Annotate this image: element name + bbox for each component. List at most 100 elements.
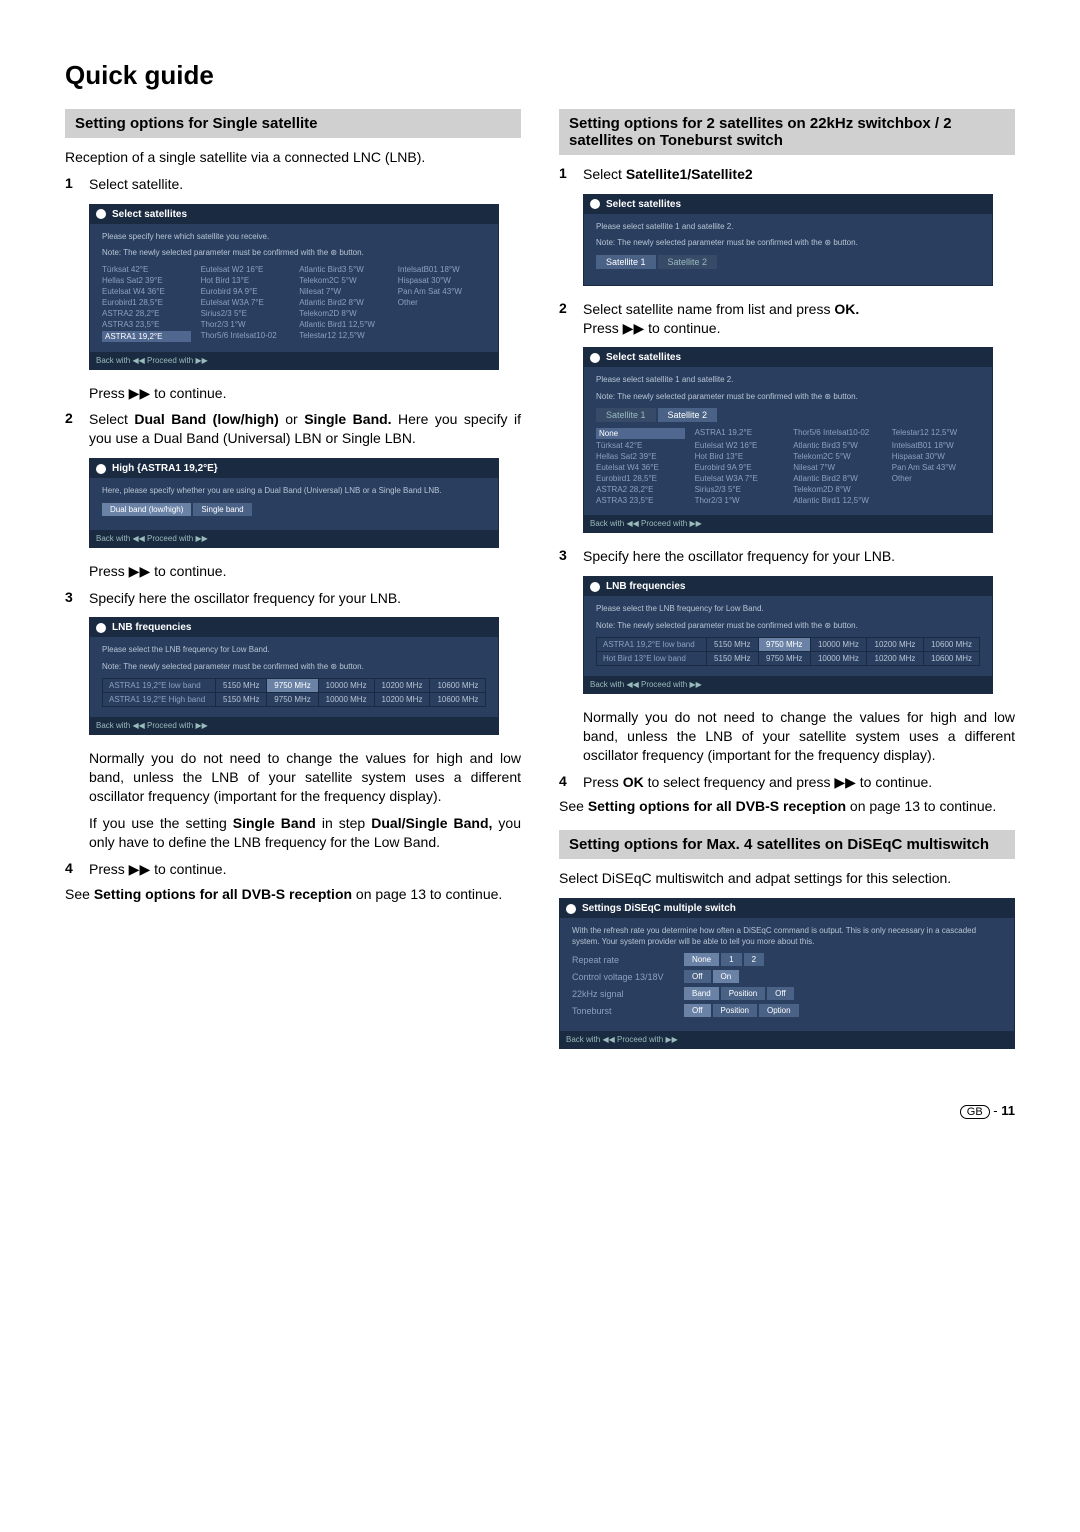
sat-cell[interactable]: Türksat 42°E: [102, 265, 191, 274]
opt-none[interactable]: None: [684, 953, 719, 966]
sat-cell[interactable]: ASTRA1 19,2°E: [695, 428, 784, 439]
sat-cell[interactable]: Eurobird 9A 9°E: [201, 287, 290, 296]
sat-cell[interactable]: Eurobird1 28,5°E: [102, 298, 191, 307]
sat-cell[interactable]: [892, 496, 981, 505]
opt-off[interactable]: Off: [767, 987, 794, 1000]
sat-cell[interactable]: Eutelsat W2 16°E: [695, 441, 784, 450]
continue-hint: Press ▶▶ to continue.: [89, 384, 521, 403]
sat-cell[interactable]: Telekom2D 8°W: [299, 309, 388, 318]
sat-cell[interactable]: Thor5/6 Intelsat10-02: [201, 331, 290, 342]
freq-cell[interactable]: 10200 MHz: [374, 679, 430, 693]
sat-cell[interactable]: ASTRA2 28,2°E: [596, 485, 685, 494]
sat-cell[interactable]: Sirius2/3 5°E: [201, 309, 290, 318]
sat-cell[interactable]: Telekom2C 5°W: [793, 452, 882, 461]
heading-single-sat: Setting options for Single satellite: [65, 109, 521, 138]
freq-cell[interactable]: 5150 MHz: [706, 651, 758, 665]
sat-cell[interactable]: Eurobird1 28,5°E: [596, 474, 685, 483]
sat-cell[interactable]: Hellas Sat2 39°E: [596, 452, 685, 461]
freq-row-label: ASTRA1 19,2°E low band: [597, 637, 707, 651]
sat-cell[interactable]: Atlantic Bird1 12,5°W: [793, 496, 882, 505]
satellite-grid: None ASTRA1 19,2°E Thor5/6 Intelsat10-02 Te…: [596, 428, 980, 505]
tab-sat2[interactable]: Satellite 2: [658, 255, 718, 269]
opt-position[interactable]: Position: [713, 1004, 757, 1017]
sat-cell-selected[interactable]: None: [596, 428, 685, 439]
sat-cell[interactable]: Thor5/6 Intelsat10-02: [793, 428, 882, 439]
sat-cell[interactable]: Hot Bird 13°E: [201, 276, 290, 285]
freq-cell[interactable]: 10600 MHz: [923, 637, 980, 651]
freq-cell[interactable]: 10600 MHz: [923, 651, 980, 665]
freq-cell[interactable]: 9750 MHz: [267, 693, 318, 707]
sat-cell[interactable]: Hellas Sat2 39°E: [102, 276, 191, 285]
sat-cell[interactable]: Telestar12 12,5°W: [892, 428, 981, 439]
opt-position[interactable]: Position: [721, 987, 765, 1000]
sat-cell[interactable]: [892, 485, 981, 494]
sat-cell[interactable]: Hispasat 30°W: [892, 452, 981, 461]
sat-cell[interactable]: Telekom2C 5°W: [299, 276, 388, 285]
freq-cell[interactable]: 10200 MHz: [374, 693, 430, 707]
opt-on[interactable]: On: [713, 970, 740, 983]
sat-cell[interactable]: Other: [398, 298, 487, 307]
sat-cell[interactable]: Hot Bird 13°E: [695, 452, 784, 461]
gear-icon: [566, 904, 576, 914]
sat-cell[interactable]: ASTRA2 28,2°E: [102, 309, 191, 318]
opt-off[interactable]: Off: [684, 970, 711, 983]
opt-2[interactable]: 2: [744, 953, 764, 966]
sat-cell[interactable]: Atlantic Bird3 5°W: [299, 265, 388, 274]
freq-cell[interactable]: 9750 MHz: [267, 679, 318, 693]
sat-cell[interactable]: [398, 331, 487, 342]
sat-cell[interactable]: Atlantic Bird3 5°W: [793, 441, 882, 450]
freq-cell[interactable]: 9750 MHz: [758, 637, 810, 651]
sat-cell[interactable]: Sirius2/3 5°E: [695, 485, 784, 494]
freq-cell[interactable]: 10000 MHz: [810, 651, 867, 665]
sat-cell[interactable]: ASTRA3 23,5°E: [596, 496, 685, 505]
sat-cell[interactable]: IntelsatB01 18°W: [398, 265, 487, 274]
sat-cell[interactable]: Atlantic Bird1 12,5°W: [299, 320, 388, 329]
sat-cell[interactable]: Atlantic Bird2 8°W: [299, 298, 388, 307]
freq-cell[interactable]: 10000 MHz: [810, 637, 867, 651]
freq-cell[interactable]: 10000 MHz: [318, 679, 374, 693]
sat-cell[interactable]: Eutelsat W3A 7°E: [695, 474, 784, 483]
sat-cell[interactable]: Türksat 42°E: [596, 441, 685, 450]
sat-cell[interactable]: Pan Am Sat 43°W: [892, 463, 981, 472]
sat-cell[interactable]: Thor2/3 1°W: [695, 496, 784, 505]
dual-band-button[interactable]: Dual band (low/high): [102, 503, 191, 516]
sat-cell-selected[interactable]: ASTRA1 19,2°E: [102, 331, 191, 342]
sat-cell[interactable]: [398, 309, 487, 318]
sat-cell[interactable]: Nilesat 7°W: [793, 463, 882, 472]
sat-cell[interactable]: Atlantic Bird2 8°W: [793, 474, 882, 483]
freq-cell[interactable]: 10600 MHz: [430, 679, 486, 693]
sat-cell[interactable]: Pan Am Sat 43°W: [398, 287, 487, 296]
freq-cell[interactable]: 9750 MHz: [758, 651, 810, 665]
freq-cell[interactable]: 10600 MHz: [430, 693, 486, 707]
sat-cell[interactable]: Nilesat 7°W: [299, 287, 388, 296]
sat-cell[interactable]: Eutelsat W4 36°E: [102, 287, 191, 296]
freq-cell[interactable]: 10200 MHz: [867, 651, 924, 665]
opt-option[interactable]: Option: [759, 1004, 799, 1017]
freq-cell[interactable]: 5150 MHz: [216, 693, 267, 707]
opt-off[interactable]: Off: [684, 1004, 711, 1017]
sat-cell[interactable]: ASTRA3 23,5°E: [102, 320, 191, 329]
freq-cell[interactable]: 10200 MHz: [867, 637, 924, 651]
sat-cell[interactable]: Telestar12 12,5°W: [299, 331, 388, 342]
opt-1[interactable]: 1: [721, 953, 741, 966]
opt-band[interactable]: Band: [684, 987, 719, 1000]
freq-cell[interactable]: 5150 MHz: [216, 679, 267, 693]
dialog-note2: Note: The newly selected parameter must …: [102, 248, 486, 258]
tab-sat2[interactable]: Satellite 2: [658, 408, 718, 422]
sat-cell[interactable]: Other: [892, 474, 981, 483]
tab-sat1[interactable]: Satellite 1: [596, 255, 656, 269]
sat-cell[interactable]: Telekom2D 8°W: [793, 485, 882, 494]
freq-cell[interactable]: 5150 MHz: [706, 637, 758, 651]
tab-sat1[interactable]: Satellite 1: [596, 408, 656, 422]
sat-cell[interactable]: Thor2/3 1°W: [201, 320, 290, 329]
sat-cell[interactable]: Eurobird 9A 9°E: [695, 463, 784, 472]
sat-cell[interactable]: Hispasat 30°W: [398, 276, 487, 285]
sat-cell[interactable]: Eutelsat W2 16°E: [201, 265, 290, 274]
dialog-lnb-freq: LNB frequencies Please select the LNB fr…: [89, 617, 499, 735]
sat-cell[interactable]: Eutelsat W4 36°E: [596, 463, 685, 472]
freq-cell[interactable]: 10000 MHz: [318, 693, 374, 707]
single-band-button[interactable]: Single band: [193, 503, 251, 516]
sat-cell[interactable]: Eutelsat W3A 7°E: [201, 298, 290, 307]
sat-cell[interactable]: [398, 320, 487, 329]
sat-cell[interactable]: IntelsatB01 18°W: [892, 441, 981, 450]
